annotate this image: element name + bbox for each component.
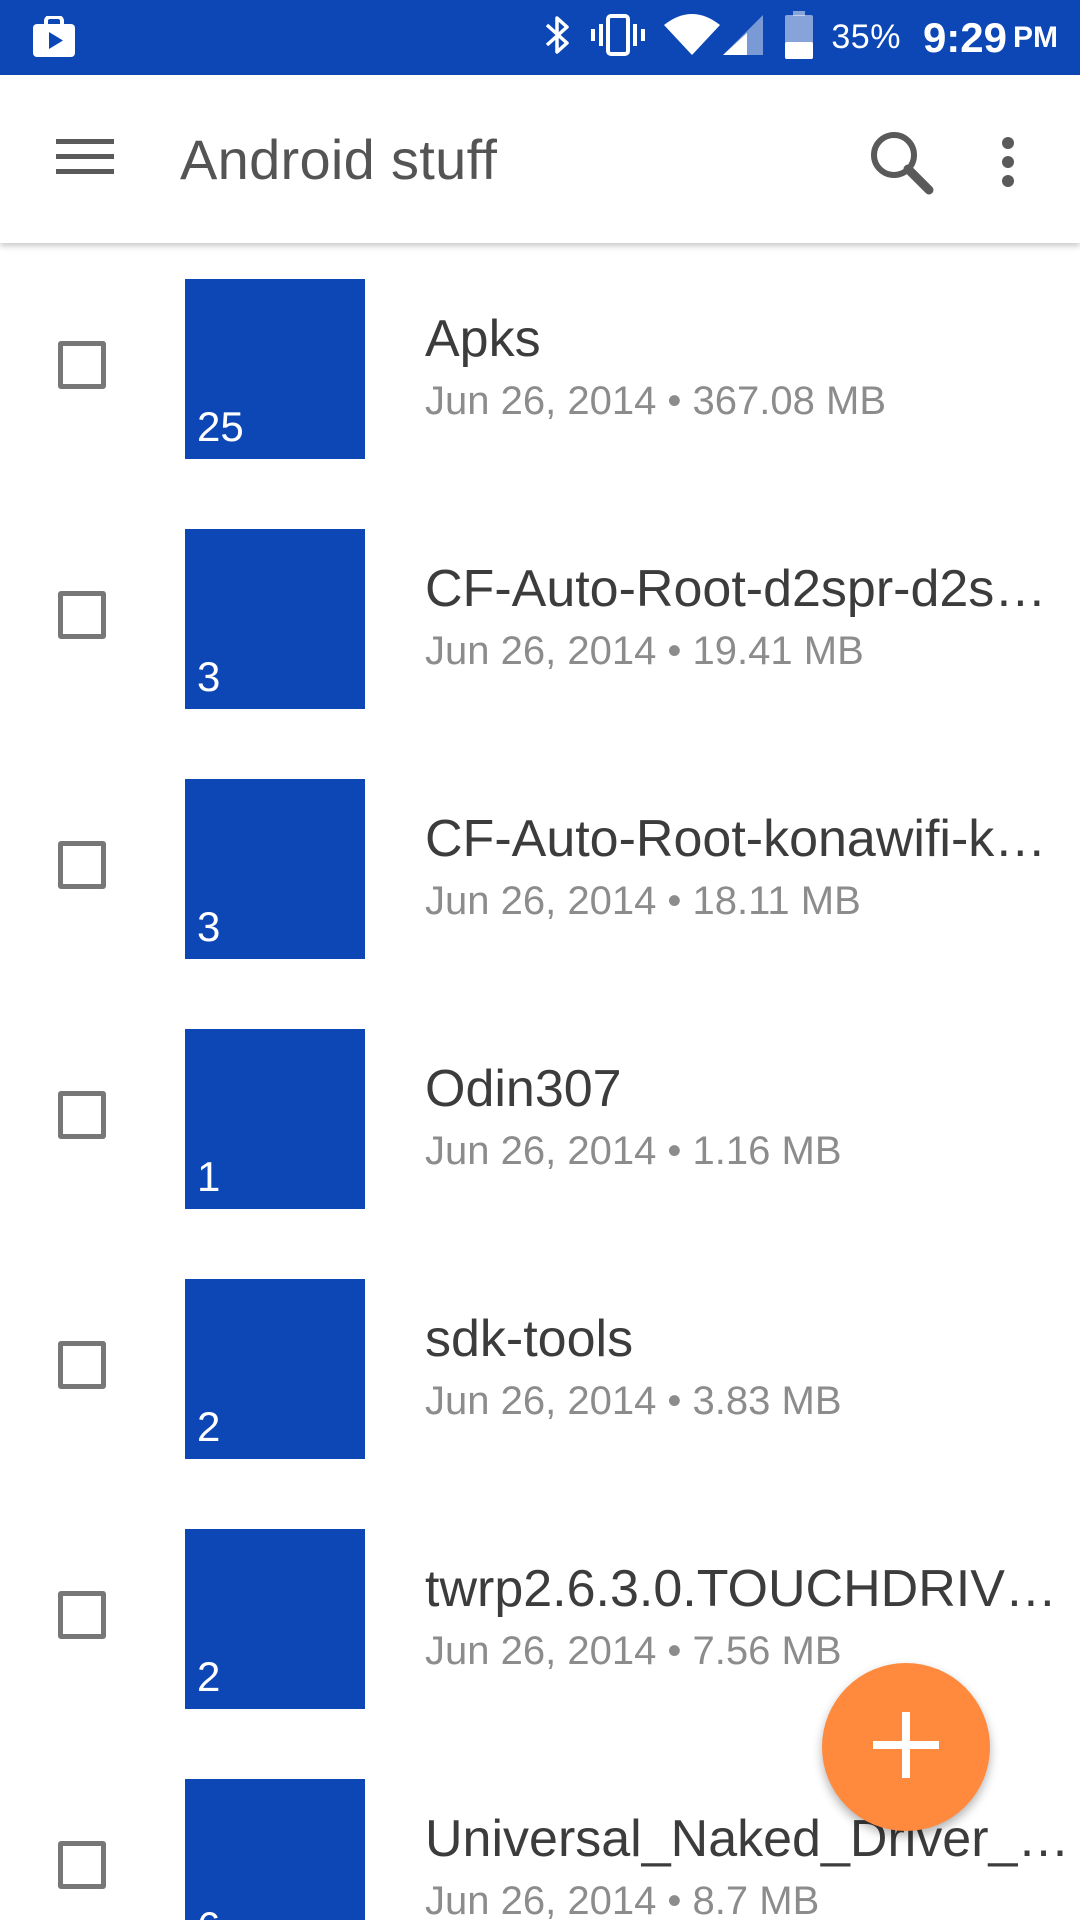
file-meta: Jun 26, 2014 • 367.08 MB (425, 379, 886, 423)
page-title: Android stuff (180, 128, 498, 191)
folder-thumbnail: 3 (185, 529, 365, 709)
folder-thumbnail: 2 (185, 1279, 365, 1459)
more-vert-icon (1000, 136, 1016, 193)
battery-icon (785, 11, 814, 64)
list-item[interactable]: 1 Odin307 Jun 26, 2014 • 1.16 MB (0, 993, 1080, 1243)
clock-time: 9:29 (922, 13, 1007, 61)
add-icon (873, 1711, 939, 1783)
select-checkbox[interactable] (58, 841, 106, 889)
folder-thumbnail: 25 (185, 279, 365, 459)
more-options-button[interactable] (978, 121, 1038, 207)
file-name: CF-Auto-Root-konawifi-ko… (425, 810, 1075, 868)
folder-thumbnail: 3 (185, 779, 365, 959)
file-meta: Jun 26, 2014 • 18.11 MB (425, 879, 861, 923)
search-icon (867, 128, 935, 201)
vibrate-icon (591, 14, 646, 61)
file-meta: Jun 26, 2014 • 1.16 MB (425, 1129, 842, 1173)
item-count: 2 (197, 1403, 221, 1450)
file-meta: Jun 26, 2014 • 7.56 MB (425, 1629, 842, 1673)
item-count: 2 (197, 1653, 221, 1700)
search-button[interactable] (856, 121, 946, 207)
status-bar: 35% 9:29 PM (0, 0, 1080, 75)
item-count: 3 (197, 903, 221, 950)
wifi-icon (663, 13, 721, 62)
list-item[interactable]: 3 CF-Auto-Root-d2spr-d2sp… Jun 26, 2014 … (0, 493, 1080, 743)
store-bag-icon (32, 15, 76, 58)
folder-thumbnail: 2 (185, 1529, 365, 1709)
file-name: twrp2.6.3.0.TOUCHDRIVE… (425, 1560, 1075, 1618)
clock-ampm: PM (1013, 20, 1058, 54)
file-name: Apks (425, 310, 541, 368)
select-checkbox[interactable] (58, 1341, 106, 1389)
select-checkbox[interactable] (58, 341, 106, 389)
file-meta: Jun 26, 2014 • 8.7 MB (425, 1879, 820, 1920)
file-name: CF-Auto-Root-d2spr-d2sp… (425, 560, 1075, 618)
select-checkbox[interactable] (58, 1591, 106, 1639)
file-name: sdk-tools (425, 1310, 634, 1368)
list-item[interactable]: 25 Apks Jun 26, 2014 • 367.08 MB (0, 243, 1080, 493)
file-name: Odin307 (425, 1060, 622, 1118)
hamburger-menu-icon (56, 135, 114, 184)
battery-percentage: 35% (831, 18, 901, 56)
file-name: Universal_Naked_Driver_… (425, 1810, 1070, 1868)
cell-signal-icon (723, 13, 765, 62)
add-fab-button[interactable] (822, 1663, 990, 1831)
folder-thumbnail: 1 (185, 1029, 365, 1209)
list-item[interactable]: 2 sdk-tools Jun 26, 2014 • 3.83 MB (0, 1243, 1080, 1493)
item-count: 1 (197, 1153, 221, 1200)
item-count: 6 (197, 1903, 220, 1920)
item-count: 25 (197, 403, 244, 450)
list-item[interactable]: 3 CF-Auto-Root-konawifi-ko… Jun 26, 2014… (0, 743, 1080, 993)
select-checkbox[interactable] (58, 1841, 106, 1889)
folder-thumbnail: 6 (185, 1779, 365, 1920)
file-meta: Jun 26, 2014 • 3.83 MB (425, 1379, 842, 1423)
status-icons: 35% 9:29 PM (525, 0, 1058, 75)
select-checkbox[interactable] (58, 591, 106, 639)
select-checkbox[interactable] (58, 1091, 106, 1139)
file-meta: Jun 26, 2014 • 19.41 MB (425, 629, 864, 673)
bluetooth-icon (543, 13, 573, 62)
item-count: 3 (197, 653, 221, 700)
app-toolbar: Android stuff (0, 75, 1080, 243)
menu-button[interactable] (40, 121, 130, 197)
